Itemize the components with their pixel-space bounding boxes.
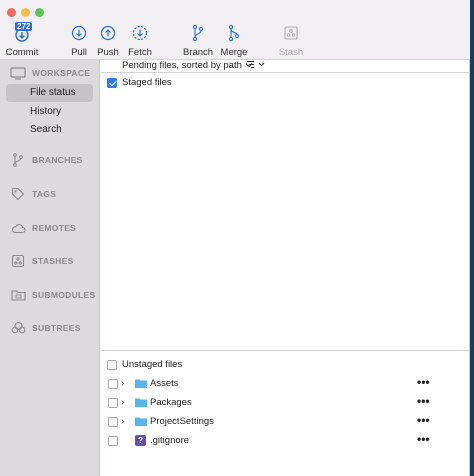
unstaged-files-header: Unstaged files <box>107 359 182 370</box>
fetch-icon <box>131 24 149 42</box>
cloud-icon <box>10 221 26 235</box>
staged-files-label: Staged files <box>122 77 172 88</box>
folder-icon <box>10 288 26 302</box>
stash-label: Stash <box>278 47 304 58</box>
file-name: Packages <box>150 397 192 408</box>
fetch-button[interactable]: Fetch <box>118 24 162 58</box>
branch-icon <box>10 153 26 167</box>
stash-icon <box>282 24 300 42</box>
sidebar-section-label: TAGS <box>32 189 57 199</box>
more-options-icon[interactable]: ••• <box>417 432 430 446</box>
sidebar-section-label: WORKSPACE <box>32 68 91 78</box>
commit-label: Commit <box>5 47 39 58</box>
staged-files-panel: Staged files <box>101 72 470 351</box>
sidebar: WORKSPACE File status History Search BRA… <box>0 60 100 476</box>
more-options-icon[interactable]: ••• <box>417 394 430 408</box>
folder-icon <box>135 417 147 426</box>
stash-button[interactable]: Stash <box>269 24 313 58</box>
sidebar-section-label: SUBTREES <box>32 323 81 333</box>
sort-bar: Pending files, sorted by path <box>101 60 470 72</box>
staged-files-checkbox[interactable] <box>107 77 117 88</box>
sidebar-section-submodules[interactable]: SUBMODULES <box>10 288 95 302</box>
more-options-icon[interactable]: ••• <box>417 375 430 389</box>
folder-icon <box>135 398 147 407</box>
subtree-icon <box>10 321 26 335</box>
sidebar-section-subtrees[interactable]: SUBTREES <box>10 321 81 335</box>
sidebar-section-remotes[interactable]: REMOTES <box>10 221 76 235</box>
stash-icon <box>10 254 26 268</box>
sidebar-section-label: STASHES <box>32 256 74 266</box>
file-row[interactable]: › Assets ••• <box>101 375 470 393</box>
sidebar-section-workspace[interactable]: WORKSPACE <box>10 66 90 80</box>
toolbar: Commit 272 Pull Push Fetch Branch Merge … <box>0 0 470 60</box>
fetch-label: Fetch <box>128 47 152 58</box>
branch-icon <box>189 24 207 42</box>
staged-files-header: Staged files <box>107 77 172 88</box>
sidebar-item-search[interactable]: Search <box>6 121 93 139</box>
unstaged-files-checkbox[interactable] <box>107 359 117 370</box>
unstaged-files-label: Unstaged files <box>122 359 183 370</box>
file-row[interactable]: › ProjectSettings ••• <box>101 413 470 431</box>
sidebar-section-label: SUBMODULES <box>32 290 96 300</box>
chevron-right-icon[interactable]: › <box>121 397 124 408</box>
desktop-edge <box>470 0 474 476</box>
sidebar-section-branches[interactable]: BRANCHES <box>10 153 83 167</box>
minimize-window-button[interactable] <box>21 8 30 17</box>
file-row[interactable]: ? .gitignore ••• <box>101 432 470 450</box>
branch-label: Branch <box>182 47 214 58</box>
merge-label: Merge <box>220 47 248 58</box>
close-window-button[interactable] <box>7 8 16 17</box>
chevron-right-icon[interactable]: › <box>121 416 124 427</box>
sidebar-section-label: BRANCHES <box>32 155 83 165</box>
file-name: ProjectSettings <box>150 416 214 427</box>
unknown-file-icon: ? <box>135 435 146 446</box>
file-row[interactable]: › Packages ••• <box>101 394 470 412</box>
merge-button[interactable]: Merge <box>212 24 256 58</box>
pull-label: Pull <box>71 47 87 58</box>
file-row-checkbox[interactable] <box>108 379 118 389</box>
sidebar-item-file-status[interactable]: File status <box>6 84 93 102</box>
tag-icon <box>10 187 26 201</box>
app-window: Commit 272 Pull Push Fetch Branch Merge … <box>0 0 470 476</box>
sidebar-item-history[interactable]: History <box>6 103 93 121</box>
file-name: .gitignore <box>150 435 190 446</box>
push-label: Push <box>97 47 119 58</box>
file-row-checkbox[interactable] <box>108 436 118 446</box>
zoom-window-button[interactable] <box>35 8 44 17</box>
file-name: Assets <box>150 378 179 389</box>
sort-dropdown-label: Pending files, sorted by path <box>122 60 242 71</box>
sidebar-section-tags[interactable]: TAGS <box>10 187 56 201</box>
unstaged-files-panel: Unstaged files › Assets ••• › Packages •… <box>101 352 470 476</box>
more-options-icon[interactable]: ••• <box>417 413 430 427</box>
sidebar-section-label: REMOTES <box>32 223 77 233</box>
sidebar-section-stashes[interactable]: STASHES <box>10 254 74 268</box>
merge-icon <box>225 24 243 42</box>
sort-dropdown[interactable]: Pending files, sorted by path <box>122 60 253 71</box>
monitor-icon <box>10 66 26 80</box>
chevron-right-icon[interactable]: › <box>121 378 124 389</box>
file-row-checkbox[interactable] <box>108 398 118 408</box>
commit-count-badge: 272 <box>15 22 33 31</box>
push-icon <box>99 24 117 42</box>
file-row-checkbox[interactable] <box>108 417 118 427</box>
main-panel: Pending files, sorted by path Staged fil… <box>101 60 470 476</box>
view-options-button[interactable] <box>245 59 267 73</box>
folder-icon <box>135 379 147 388</box>
